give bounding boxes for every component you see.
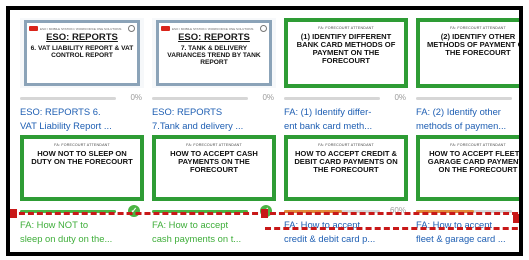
thumbnail-slide: ESO / MOBILE STATION / WORKFORCE ONE SOL… bbox=[156, 20, 272, 86]
progress-bar bbox=[416, 96, 512, 100]
course-title-link[interactable]: 7.Tank and delivery ... bbox=[152, 119, 276, 132]
progress-bar bbox=[284, 96, 380, 100]
course-card[interactable]: ESO / MOBILE STATION / WORKFORCE ONE SOL… bbox=[152, 18, 276, 132]
course-thumbnail[interactable]: FA: FORECOURT ATTENDANT HOW NOT TO SLEEP… bbox=[20, 135, 144, 201]
progress-row: 60 bbox=[416, 205, 519, 217]
thumbnail-slide: ESO / MOBILE STATION / WORKFORCE ONE SOL… bbox=[24, 20, 140, 86]
thumbnail-title: ESO: REPORTS bbox=[178, 32, 250, 43]
thumbnail-body: 6. VAT LIABILITY REPORT & VAT CONTROL RE… bbox=[30, 45, 134, 59]
progress-bar bbox=[152, 96, 248, 100]
course-title-link[interactable]: fleet & garage card ... bbox=[416, 232, 519, 245]
badge-circle-icon bbox=[260, 25, 267, 32]
thumbnail-body: HOW NOT TO SLEEP ON DUTY ON THE FORECOUR… bbox=[31, 149, 133, 166]
progress-percent: 0% bbox=[394, 93, 406, 102]
progress-row: 60% bbox=[284, 205, 408, 217]
annotation-marker-right bbox=[513, 214, 519, 223]
course-card[interactable]: FA: FORECOURT ATTENDANT (1) IDENTIFY DIF… bbox=[284, 18, 408, 132]
course-card[interactable]: FA: FORECOURT ATTENDANT HOW NOT TO SLEEP… bbox=[20, 135, 144, 246]
thumbnail-body: HOW TO ACCEPT CREDIT & DEBIT CARD PAYMEN… bbox=[294, 149, 398, 174]
course-title-link[interactable]: ESO: REPORTS bbox=[152, 105, 276, 118]
thumbnail-header: ESO / MOBILE STATION / WORKFORCE ONE SOL… bbox=[161, 25, 267, 32]
course-thumbnail[interactable]: FA: FORECOURT ATTENDANT HOW TO ACCEPT CR… bbox=[284, 135, 408, 201]
thumbnail-header-text: FA: FORECOURT ATTENDANT bbox=[450, 26, 506, 30]
course-card[interactable]: ESO / MOBILE STATION / WORKFORCE ONE SOL… bbox=[20, 18, 144, 132]
thumbnail-header-text: FA: FORECOURT ATTENDANT bbox=[318, 143, 374, 147]
course-title-link[interactable]: FA: How to accept bbox=[152, 218, 276, 231]
course-grid-panel: ESO / MOBILE STATION / WORKFORCE ONE SOL… bbox=[6, 6, 523, 256]
thumbnail-title: ESO: REPORTS bbox=[46, 32, 118, 43]
thumbnail-body: (2) IDENTIFY OTHER METHODS OF PAYMENT ON… bbox=[426, 32, 523, 57]
progress-row: ✓ bbox=[20, 205, 144, 217]
annotation-marker-middle bbox=[261, 209, 268, 218]
eso-logo-icon bbox=[29, 26, 38, 31]
course-title-link[interactable]: ent bank card meth... bbox=[284, 119, 408, 132]
course-card[interactable]: FA: FORECOURT ATTENDANT (2) IDENTIFY OTH… bbox=[416, 18, 523, 132]
thumbnail-header-text: FA: FORECOURT ATTENDANT bbox=[186, 143, 242, 147]
course-thumbnail[interactable]: FA: FORECOURT ATTENDANT (1) IDENTIFY DIF… bbox=[284, 18, 408, 88]
thumbnail-body: HOW TO ACCEPT CASH PAYMENTS ON THE FOREC… bbox=[170, 149, 258, 174]
course-thumbnail[interactable]: ESO / MOBILE STATION / WORKFORCE ONE SOL… bbox=[20, 18, 144, 88]
course-title-link[interactable]: methods of paymen... bbox=[416, 119, 519, 132]
annotation-marker-left bbox=[10, 209, 17, 218]
progress-row: ✓ bbox=[152, 205, 276, 217]
eso-logo-icon bbox=[161, 26, 170, 31]
course-title-link[interactable]: sleep on duty on the... bbox=[20, 232, 144, 245]
course-title-link[interactable]: FA: (2) Identify other bbox=[416, 105, 519, 118]
course-title-link[interactable]: cash payments on t... bbox=[152, 232, 276, 245]
thumbnail-header-text: FA: FORECOURT ATTENDANT bbox=[54, 143, 110, 147]
badge-circle-icon bbox=[128, 25, 135, 32]
course-title-link[interactable]: VAT Liability Report ... bbox=[20, 119, 144, 132]
thumbnail-body: 7. TANK & DELIVERY VARIANCES TREND BY TA… bbox=[167, 45, 261, 66]
course-card[interactable]: FA: FORECOURT ATTENDANT HOW TO ACCEPT CA… bbox=[152, 135, 276, 246]
course-title-link[interactable]: FA: (1) Identify differ- bbox=[284, 105, 408, 118]
thumbnail-header-text: ESO / MOBILE STATION / WORKFORCE ONE SOL… bbox=[172, 26, 254, 31]
progress-percent: 0% bbox=[262, 93, 274, 102]
thumbnail-header-text: ESO / MOBILE STATION / WORKFORCE ONE SOL… bbox=[40, 26, 122, 31]
thumbnail-header-text: FA: FORECOURT ATTENDANT bbox=[450, 143, 506, 147]
course-thumbnail[interactable]: FA: FORECOURT ATTENDANT HOW TO ACCEPT CA… bbox=[152, 135, 276, 201]
thumbnail-body: HOW TO ACCEPT FLEET & GARAGE CARD PAYMEN… bbox=[427, 149, 523, 174]
course-thumbnail[interactable]: FA: FORECOURT ATTENDANT HOW TO ACCEPT FL… bbox=[416, 135, 523, 201]
course-title-link[interactable]: credit & debit card p... bbox=[284, 232, 408, 245]
progress-row: 0% bbox=[416, 92, 519, 104]
thumbnail-body: (1) IDENTIFY DIFFERENT BANK CARD METHODS… bbox=[296, 32, 396, 65]
thumbnail-header-text: FA: FORECOURT ATTENDANT bbox=[318, 26, 374, 30]
annotation-dashed-line-bottom bbox=[265, 227, 519, 230]
progress-row: 0% bbox=[284, 92, 408, 104]
course-title-link[interactable]: FA: How NOT to bbox=[20, 218, 144, 231]
thumbnail-header: ESO / MOBILE STATION / WORKFORCE ONE SOL… bbox=[29, 25, 135, 32]
progress-percent: 60% bbox=[389, 206, 406, 215]
progress-row: 0% bbox=[152, 92, 276, 104]
progress-bar bbox=[20, 96, 116, 100]
progress-percent: 0% bbox=[130, 93, 142, 102]
check-icon: ✓ bbox=[128, 205, 140, 217]
progress-row: 0% bbox=[20, 92, 144, 104]
course-thumbnail[interactable]: FA: FORECOURT ATTENDANT (2) IDENTIFY OTH… bbox=[416, 18, 523, 88]
course-thumbnail[interactable]: ESO / MOBILE STATION / WORKFORCE ONE SOL… bbox=[152, 18, 276, 88]
course-title-link[interactable]: ESO: REPORTS 6. bbox=[20, 105, 144, 118]
